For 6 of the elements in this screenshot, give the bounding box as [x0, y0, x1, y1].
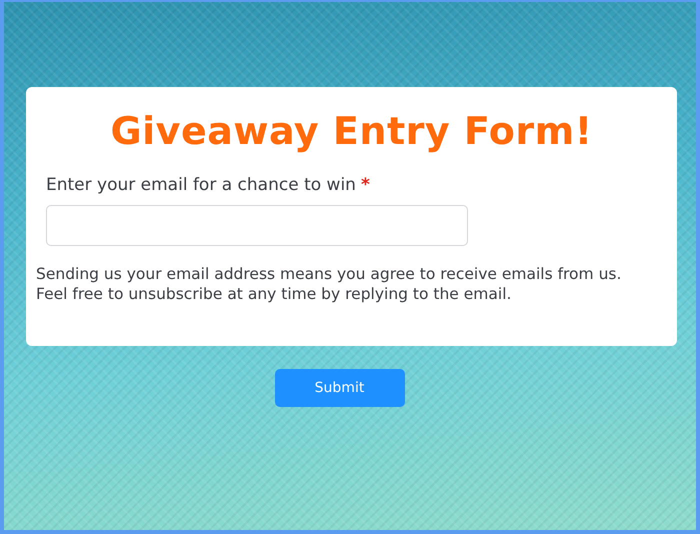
email-field[interactable]: [46, 205, 468, 246]
form-title: Giveaway Entry Form!: [109, 109, 594, 153]
consent-notice: Sending us your email address means you agree to receive emails from us. Feel free to unsubscribe at any time by replying to the email.: [36, 264, 622, 304]
field-label: Enter your email for a chance to win: [46, 175, 356, 195]
submit-button[interactable]: Submit: [274, 369, 404, 407]
required-mark: *: [360, 175, 370, 195]
